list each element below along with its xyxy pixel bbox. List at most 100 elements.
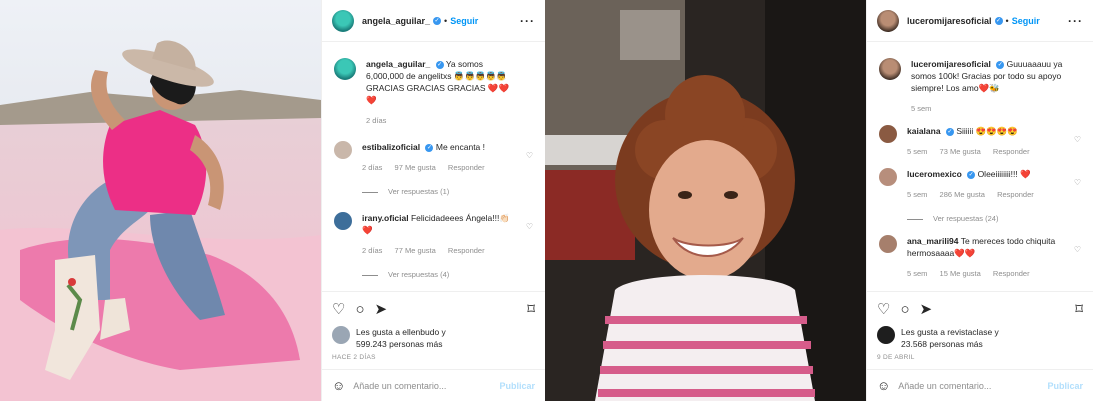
user-avatar[interactable]	[332, 9, 354, 32]
verified-badge-icon: ✓	[967, 170, 976, 179]
reply-button[interactable]: Responder	[448, 246, 485, 255]
comment-icon[interactable]: ○	[900, 302, 909, 317]
emoji-icon[interactable]: ☺	[332, 378, 345, 393]
post-photo-woman-pink-dress[interactable]	[0, 0, 321, 401]
liked-by: Les gusta a revistaclase y 23.568 person…	[877, 326, 1083, 350]
commenter-avatar[interactable]	[334, 212, 352, 230]
share-icon[interactable]: ➤	[920, 302, 933, 317]
comment-time: 5 sem	[907, 269, 928, 278]
post-date: HACE 2 DÍAS	[332, 354, 376, 361]
user-avatar[interactable]	[877, 9, 899, 32]
comment-like-heart-icon[interactable]: ♡	[1074, 135, 1081, 144]
add-comment-bar: ☺ Añade un comentario... Publicar	[867, 369, 1093, 401]
username-link[interactable]: angela_aguilar_	[362, 16, 430, 26]
verified-badge-icon: ✓	[433, 16, 442, 25]
comment-meta: 5 sem 73 Me gusta Responder	[907, 146, 1063, 158]
post-date: 9 DE ABRIL	[877, 354, 915, 361]
view-replies-button[interactable]: Ver respuestas (24)	[907, 213, 1063, 225]
comment-like-heart-icon[interactable]: ♡	[526, 222, 533, 231]
comment-time: 5 sem	[907, 190, 928, 199]
liked-by-text[interactable]: Les gusta a ellenbudo y 599.243 personas…	[356, 326, 446, 350]
caption: luceromijaresoficial ✓ Guuuaaauu ya somo…	[879, 58, 1081, 115]
comment-username[interactable]: kaialana	[907, 126, 941, 136]
comment-text: Me encanta !	[435, 142, 485, 152]
action-icons: ♡ ○ ➤ ⌑	[877, 298, 1083, 320]
liker-avatar[interactable]	[877, 326, 895, 344]
heart-icon[interactable]: ♡	[332, 302, 345, 317]
caption-avatar[interactable]	[879, 58, 901, 80]
comment-username[interactable]: ana_marili94	[907, 236, 959, 246]
instagram-post-lucero: luceromijaresoficial ✓ • Seguir ··· luce…	[545, 0, 1093, 401]
comment-body: kaialana ✓ Siiiiii 😍😍😍😍 5 sem 73 Me gust…	[907, 125, 1081, 158]
caption-meta: 2 días	[366, 115, 515, 127]
commenter-avatar[interactable]	[879, 125, 897, 143]
follow-button[interactable]: Seguir	[1012, 16, 1040, 26]
username-link[interactable]: luceromijaresoficial	[907, 16, 992, 26]
post-actions: ♡ ○ ➤ ⌑ Les gusta a ellenbudo y 599.243 …	[322, 291, 545, 361]
liked-by-text[interactable]: Les gusta a revistaclase y 23.568 person…	[901, 326, 999, 350]
publish-button[interactable]: Publicar	[499, 381, 535, 391]
comment-username[interactable]: irany.oficial	[362, 213, 409, 223]
verified-badge-icon: ✓	[996, 60, 1005, 69]
commenter-avatar[interactable]	[334, 141, 352, 159]
comment-like-heart-icon[interactable]: ♡	[1074, 245, 1081, 254]
view-replies-button[interactable]: Ver respuestas (4)	[362, 269, 515, 281]
comment-body: estibalizoficial ✓ Me encanta ! 2 días 9…	[362, 141, 533, 198]
separator-dot: •	[444, 15, 448, 26]
action-icons: ♡ ○ ➤ ⌑	[332, 298, 535, 320]
view-replies-button[interactable]: Ver respuestas (1)	[362, 186, 515, 198]
reply-button[interactable]: Responder	[997, 190, 1034, 199]
caption-username[interactable]: luceromijaresoficial	[911, 59, 991, 69]
reply-button[interactable]: Responder	[993, 147, 1030, 156]
comment-likes[interactable]: 15 Me gusta	[940, 269, 981, 278]
caption-time: 5 sem	[911, 104, 932, 113]
commenter-avatar[interactable]	[879, 168, 897, 186]
comment-likes[interactable]: 97 Me gusta	[395, 163, 436, 172]
liker-avatar[interactable]	[332, 326, 350, 344]
comment-body: luceromexico ✓ Oleeiiiiiiii!!! ❤️ 5 sem …	[907, 168, 1081, 225]
caption-username[interactable]: angela_aguilar_	[366, 59, 430, 69]
add-comment-input[interactable]: Añade un comentario...	[898, 381, 991, 391]
comment-time: 5 sem	[907, 147, 928, 156]
heart-icon[interactable]: ♡	[877, 302, 890, 317]
commenter-avatar[interactable]	[879, 235, 897, 253]
reply-button[interactable]: Responder	[448, 163, 485, 172]
emoji-icon[interactable]: ☺	[877, 378, 890, 393]
bookmark-icon[interactable]: ⌑	[527, 302, 535, 317]
share-icon[interactable]: ➤	[375, 302, 388, 317]
comment-likes[interactable]: 73 Me gusta	[940, 147, 981, 156]
caption-body: luceromijaresoficial ✓ Guuuaaauu ya somo…	[911, 58, 1081, 115]
comments-list[interactable]: luceromijaresoficial ✓ Guuuaaauu ya somo…	[867, 50, 1093, 290]
post-actions: ♡ ○ ➤ ⌑ Les gusta a revistaclase y 23.56…	[867, 291, 1093, 361]
comment-item: luceromexico ✓ Oleeiiiiiiii!!! ❤️ 5 sem …	[879, 168, 1081, 225]
photo-illustration	[0, 0, 321, 401]
caption-time: 2 días	[366, 116, 387, 125]
post-side-panel: luceromijaresoficial ✓ • Seguir ··· luce…	[866, 0, 1093, 401]
verified-badge-icon: ✓	[994, 16, 1003, 25]
publish-button[interactable]: Publicar	[1047, 381, 1083, 391]
more-options-icon[interactable]: ···	[520, 14, 535, 28]
instagram-post-angela: angela_aguilar_ ✓ • Seguir ··· angela_ag…	[0, 0, 545, 401]
comment-like-heart-icon[interactable]: ♡	[526, 151, 533, 160]
bookmark-icon[interactable]: ⌑	[1075, 302, 1083, 317]
comments-list[interactable]: angela_aguilar_ ✓ Ya somos 6,000,000 de …	[322, 50, 545, 290]
caption-body: angela_aguilar_ ✓ Ya somos 6,000,000 de …	[366, 58, 533, 127]
verified-badge-icon: ✓	[945, 127, 954, 136]
follow-button[interactable]: Seguir	[450, 16, 478, 26]
post-photo-smiling-child[interactable]	[545, 0, 866, 401]
comment-username[interactable]: estibalizoficial	[362, 142, 420, 152]
comment-likes[interactable]: 286 Me gusta	[940, 190, 985, 199]
comment-icon[interactable]: ○	[355, 302, 364, 317]
comment-meta: 2 días 77 Me gusta Responder	[362, 245, 515, 257]
add-comment-bar: ☺ Añade un comentario... Publicar	[322, 369, 545, 401]
comment-username[interactable]: luceromexico	[907, 169, 962, 179]
comment-likes[interactable]: 77 Me gusta	[395, 246, 436, 255]
add-comment-input[interactable]: Añade un comentario...	[353, 381, 446, 391]
caption-avatar[interactable]	[334, 58, 356, 80]
comment-like-heart-icon[interactable]: ♡	[1074, 178, 1081, 187]
more-options-icon[interactable]: ···	[1068, 14, 1083, 28]
reply-button[interactable]: Responder	[993, 269, 1030, 278]
comment-time: 2 días	[362, 163, 383, 172]
liked-by-line2: 599.243 personas más	[356, 339, 443, 349]
comment-item: estibalizoficial ✓ Me encanta ! 2 días 9…	[334, 141, 533, 198]
